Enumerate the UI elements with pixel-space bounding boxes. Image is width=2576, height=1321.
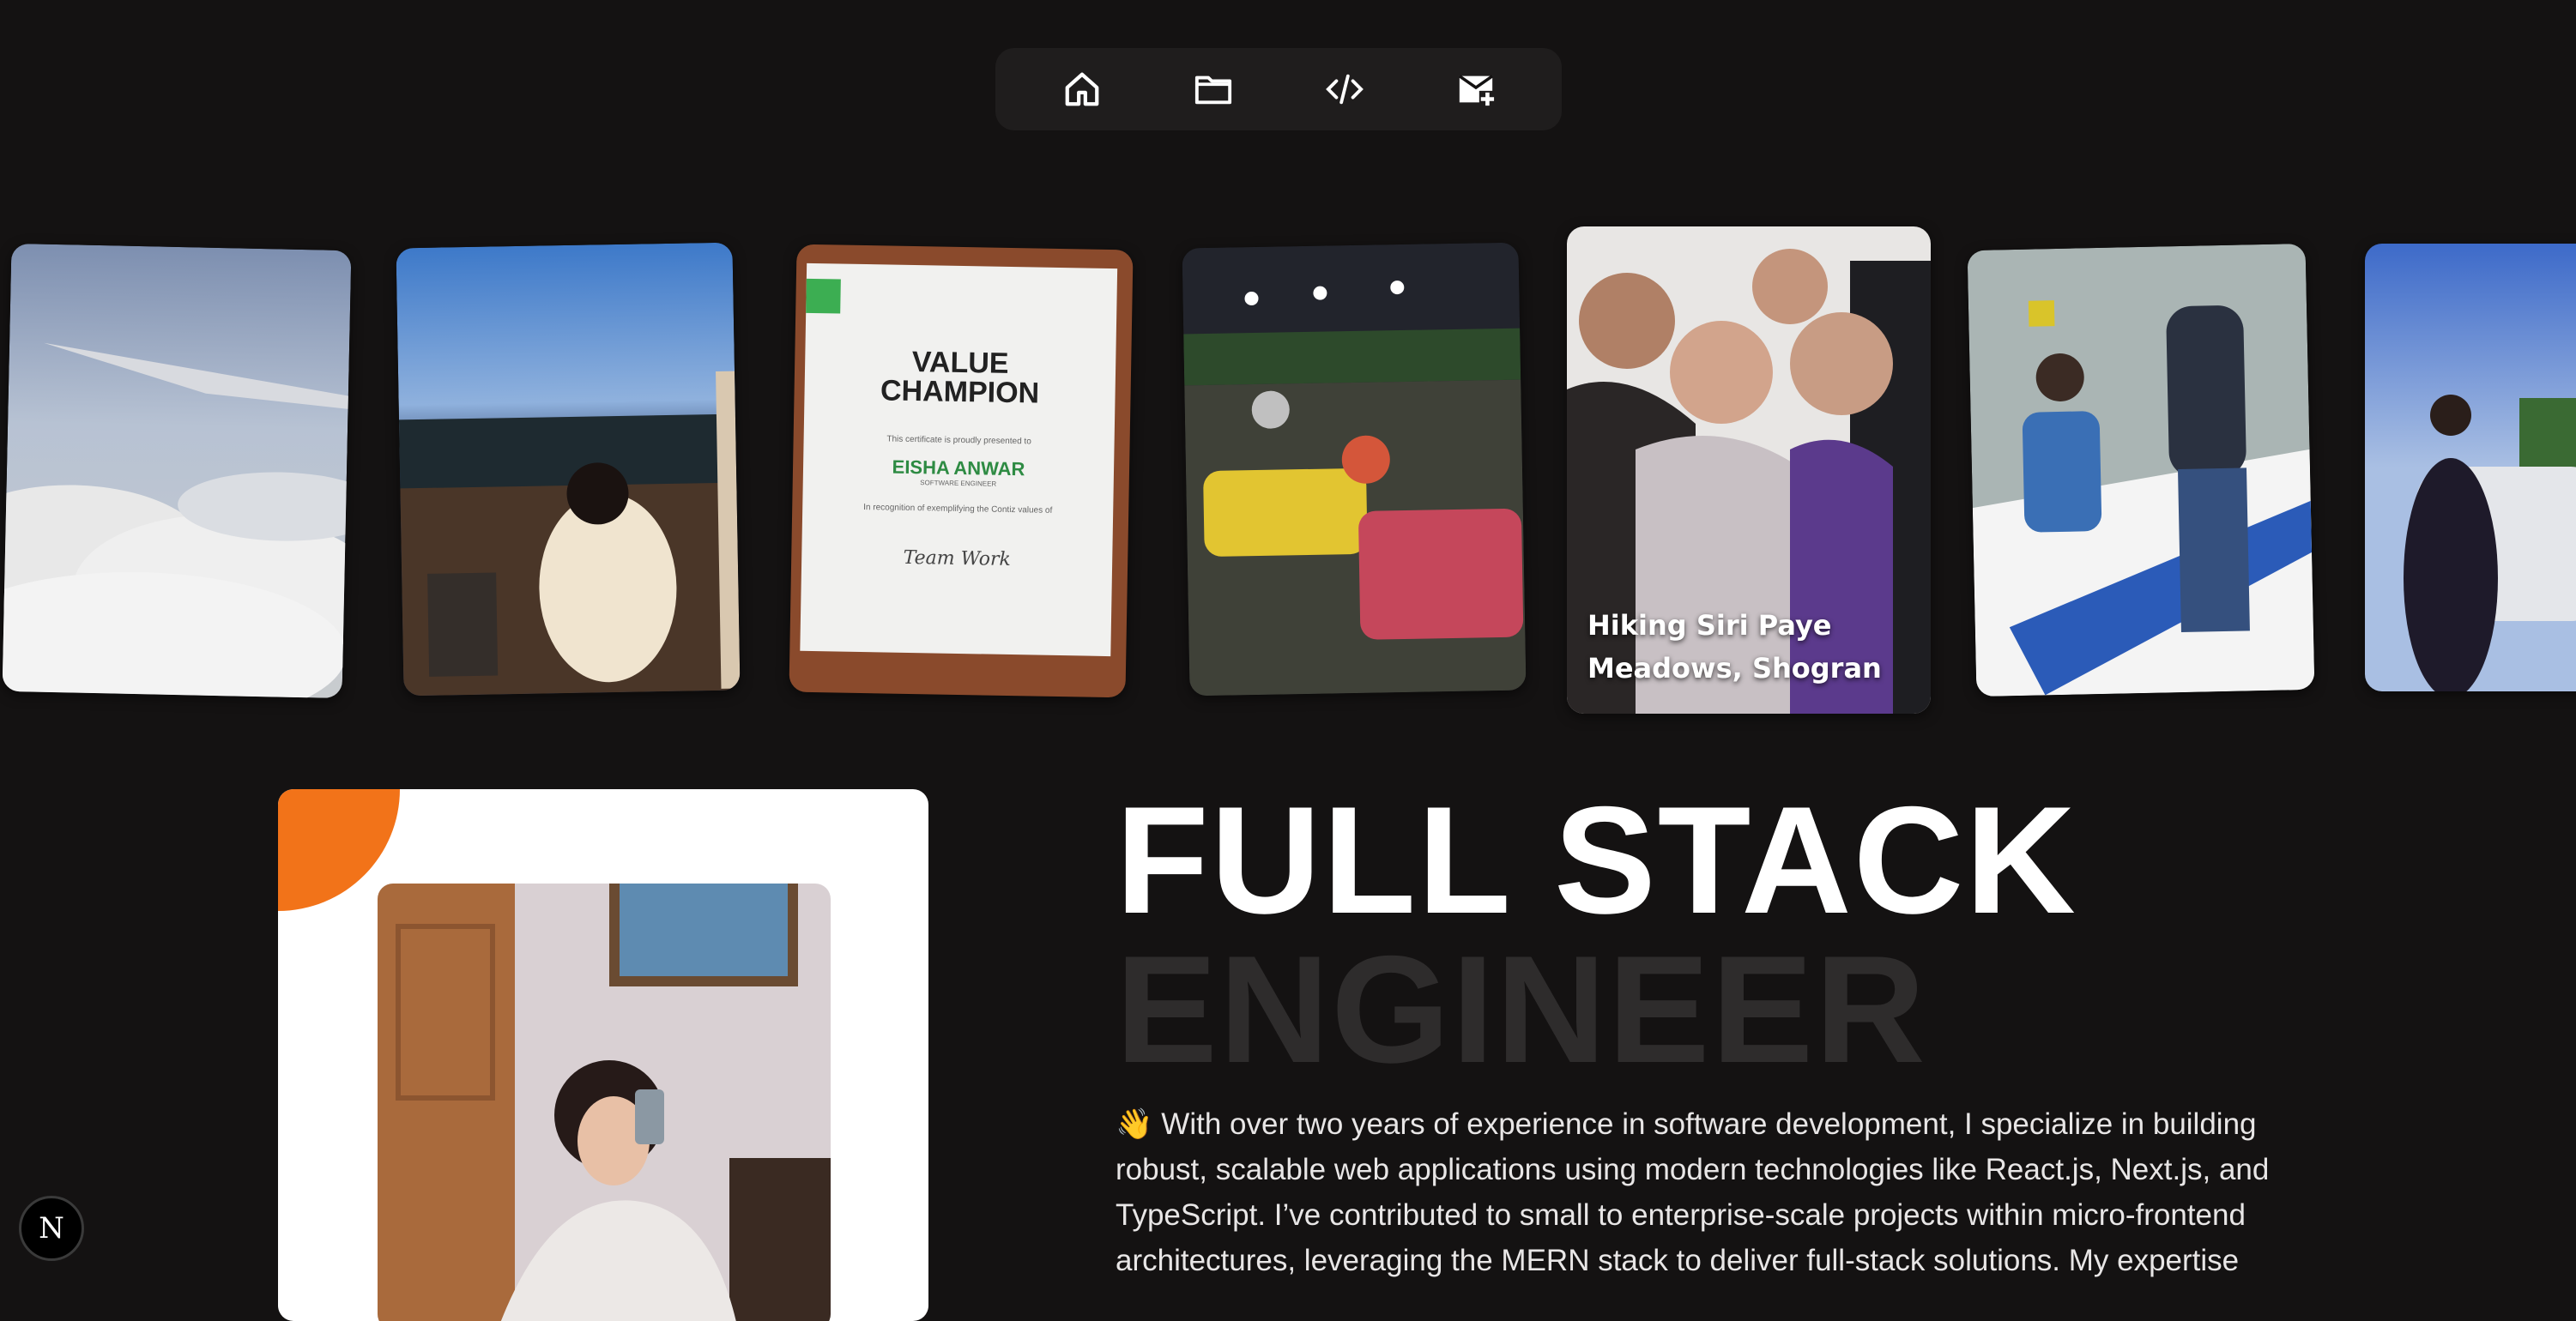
gallery-photo-clouds[interactable]	[2, 243, 352, 699]
certificate-presented: This certificate is proudly presented to	[886, 434, 1031, 447]
gallery-photo-hiking[interactable]: Hiking Siri Paye Meadows, Shogran	[1567, 226, 1931, 714]
nextjs-dev-badge[interactable]: N	[19, 1196, 84, 1261]
certificate-value: Team Work	[903, 546, 1011, 571]
gallery-caption: Hiking Siri Paye Meadows, Shogran	[1587, 609, 1882, 685]
gallery-photo-certificate[interactable]: VALUE CHAMPION This certificate is proud…	[789, 244, 1134, 698]
gallery-photo-jetski[interactable]	[1967, 243, 2315, 697]
profile-photo	[378, 884, 831, 1321]
gallery-photo-karting[interactable]	[1182, 242, 1527, 697]
certificate-recognition: In recognition of exemplifying the Conti…	[863, 503, 1053, 516]
home-icon	[1065, 72, 1098, 106]
mail-plus-icon	[1458, 75, 1494, 106]
gallery-photo-balcony[interactable]	[396, 242, 741, 697]
hero-title-line2: ENGINEER	[1116, 924, 1927, 1095]
gallery-photo-car[interactable]	[2365, 244, 2576, 691]
nav-home-button[interactable]	[1048, 55, 1116, 124]
code-icon	[1325, 74, 1364, 105]
profile-card	[278, 789, 928, 1321]
hero-title-line1: FULL STACK	[1116, 775, 2077, 945]
hero-bio: 👋 With over two years of experience in s…	[1116, 1107, 2270, 1277]
folder-icon	[1194, 75, 1231, 105]
nav-code-button[interactable]	[1310, 55, 1379, 124]
certificate-title-2: CHAMPION	[880, 374, 1040, 410]
nav-projects-button[interactable]	[1179, 55, 1248, 124]
top-nav	[995, 48, 1562, 130]
certificate: VALUE CHAMPION This certificate is proud…	[800, 262, 1118, 657]
nav-contact-button[interactable]	[1442, 55, 1510, 124]
